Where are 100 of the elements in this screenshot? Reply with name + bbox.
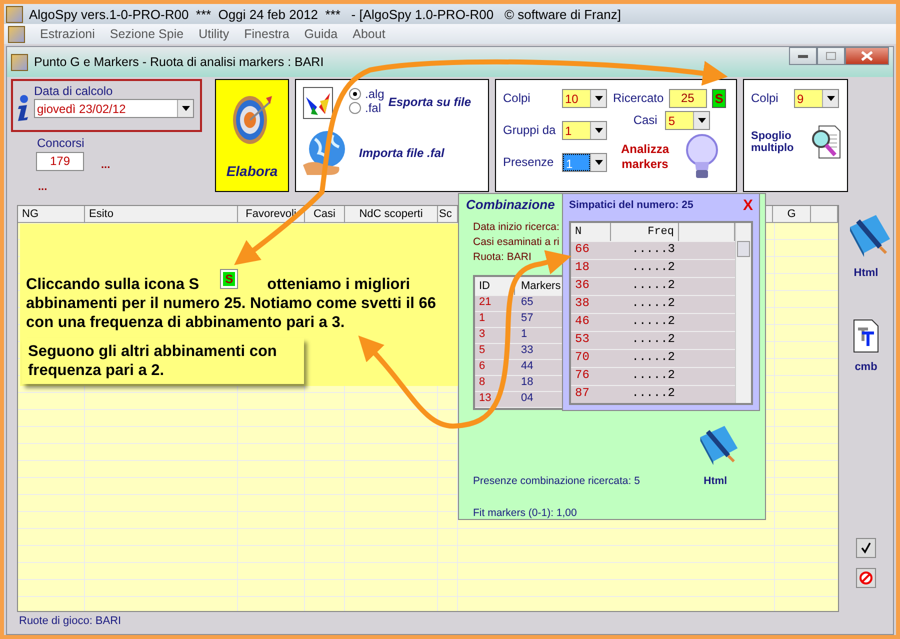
column-header[interactable]: G — [773, 206, 811, 223]
column-header[interactable]: ID — [475, 277, 515, 295]
table-cell-text: .....2 — [630, 278, 676, 294]
column-header[interactable]: Sc — [438, 206, 458, 223]
table-cell-text: 87 — [574, 386, 590, 402]
table-cell-text: .....2 — [630, 314, 676, 330]
menu-item[interactable]: About — [352, 27, 386, 41]
table-cell-text: 38 — [574, 296, 590, 312]
ricercato-label: Ricercato — [613, 91, 664, 105]
caret-icon — [822, 90, 838, 106]
table-cell-text: 13 — [478, 392, 492, 406]
caret-icon — [177, 100, 193, 117]
table-cell-text: 8 — [478, 376, 486, 390]
table-cell-text: .....2 — [630, 260, 676, 276]
table-cell-text: .....2 — [630, 296, 676, 312]
menu-item[interactable]: Finestra — [244, 27, 290, 41]
table-cell-text: 18 — [574, 260, 590, 276]
import-link[interactable]: Importa file .fal — [359, 146, 444, 160]
menu-item[interactable]: Guida — [304, 27, 338, 41]
callout-text: otteniamo i migliori — [267, 276, 410, 294]
caret-icon — [590, 90, 606, 106]
info-icon — [15, 94, 31, 122]
column-header[interactable]: NdC scoperti — [345, 206, 438, 223]
checkmark-icon — [860, 542, 872, 554]
concorsi-label: Concorsi — [37, 136, 86, 150]
menu-item[interactable]: Estrazioni — [40, 27, 95, 41]
confirm-button[interactable] — [856, 538, 876, 558]
table-cell-text: 66 — [574, 242, 590, 258]
table-cell-text: 5 — [478, 344, 486, 358]
table-cell-text: 36 — [574, 278, 590, 294]
column-header[interactable]: Esito — [85, 206, 238, 223]
elabora-button[interactable]: Elabora — [215, 79, 289, 192]
format-radio[interactable]: .alg — [349, 87, 384, 101]
scrollbar[interactable] — [735, 223, 751, 403]
colpi-label: Colpi — [503, 91, 530, 105]
table-cell-text: 53 — [574, 332, 590, 348]
caret-icon — [590, 122, 606, 138]
table-cell-text: 44 — [520, 360, 534, 374]
menu-item[interactable]: Utility — [198, 27, 230, 41]
html-label[interactable]: Html — [704, 475, 727, 487]
html-label[interactable]: Html — [854, 267, 878, 279]
caret-icon — [590, 154, 606, 170]
panel-title: Combinazione — [466, 197, 555, 212]
callout-text: abbinamenti per il numero 25. Notiamo come svetti il 66 con una frequenza di abbinamento pari a 3. — [26, 294, 438, 332]
s-button[interactable]: S — [712, 88, 726, 108]
export-link[interactable]: Esporta su file — [388, 95, 472, 109]
casi-dropdown[interactable]: 5 — [665, 110, 710, 130]
table-cell-text: 1 — [520, 328, 528, 342]
colpi-dropdown[interactable]: 10 — [562, 88, 607, 108]
close-icon — [860, 51, 874, 61]
spoglio-label[interactable]: Spoglio multiplo — [751, 130, 807, 154]
table-cell-text: 76 — [574, 368, 590, 384]
cancel-button[interactable] — [856, 568, 876, 588]
column-header[interactable]: Casi — [305, 206, 345, 223]
presenze-text: Presenze combinazione ricercata: 5 — [473, 475, 640, 487]
table-cell-text: 65 — [520, 296, 534, 310]
caret-icon — [693, 112, 710, 128]
table-cell-text: 1 — [478, 312, 486, 326]
ellipsis-text: ... — [38, 181, 48, 193]
callout-text: Cliccando sulla icona S — [26, 276, 200, 294]
close-button[interactable] — [845, 47, 889, 65]
table-cell-text: 46 — [574, 314, 590, 330]
table-cell-text: .....3 — [630, 242, 676, 258]
minimize-button[interactable] — [789, 47, 817, 65]
ellipsis-text: ... — [101, 159, 110, 171]
info-text: Casi esaminati a ri — [473, 235, 560, 250]
analyze-link[interactable]: Analizza markers — [618, 142, 672, 172]
column-header[interactable]: Favorevoli — [238, 206, 305, 223]
presenze-label: Presenze — [503, 155, 554, 169]
column-header[interactable]: NG — [18, 206, 85, 223]
colpi-label: Colpi — [751, 91, 778, 105]
table-cell-text: 18 — [520, 376, 534, 390]
maximize-button[interactable] — [817, 47, 845, 65]
column-header[interactable]: N — [571, 223, 611, 241]
window-title: AlgoSpy vers.1-0-PRO-R00 *** Oggi 24 feb 2012 *** - [AlgoSpy 1.0-PRO-R00 © software di Franz] — [29, 6, 621, 22]
child-window-title: Punto G e Markers - Ruota di analisi markers : BARI — [34, 55, 324, 69]
magnifier-document-icon[interactable] — [811, 125, 841, 159]
format-radio[interactable]: .fal — [349, 101, 384, 115]
prohibited-icon — [859, 571, 873, 585]
ricercato-field[interactable]: 25 — [668, 88, 707, 108]
date-dropdown[interactable]: giovedì 23/02/12 — [34, 99, 194, 118]
info-text: Ruota: BARI — [473, 250, 532, 265]
font-document-icon[interactable] — [853, 319, 879, 353]
table-cell-text: 33 — [520, 344, 534, 358]
table-cell-text: 3 — [478, 328, 486, 342]
table-cell-text: 6 — [478, 360, 486, 374]
gruppi-dropdown[interactable]: 1 — [562, 120, 607, 140]
table-cell-text: .....2 — [630, 350, 676, 366]
app-icon[interactable] — [8, 26, 25, 42]
concorsi-field[interactable]: 179 — [36, 152, 84, 171]
cmb-label[interactable]: cmb — [854, 361, 878, 373]
column-header[interactable]: Markers — [515, 277, 565, 295]
menu-item[interactable]: Sezione Spie — [110, 27, 184, 41]
table-cell-text: .....2 — [630, 368, 676, 384]
table-cell-text: 57 — [520, 312, 534, 326]
info-text: Data inizio ricerca: — [473, 220, 560, 235]
column-header[interactable]: Freq — [611, 223, 679, 241]
table-cell-text: 04 — [520, 392, 534, 406]
gruppi-label: Gruppi da — [503, 123, 556, 137]
colpi-dropdown[interactable]: 9 — [794, 88, 839, 108]
